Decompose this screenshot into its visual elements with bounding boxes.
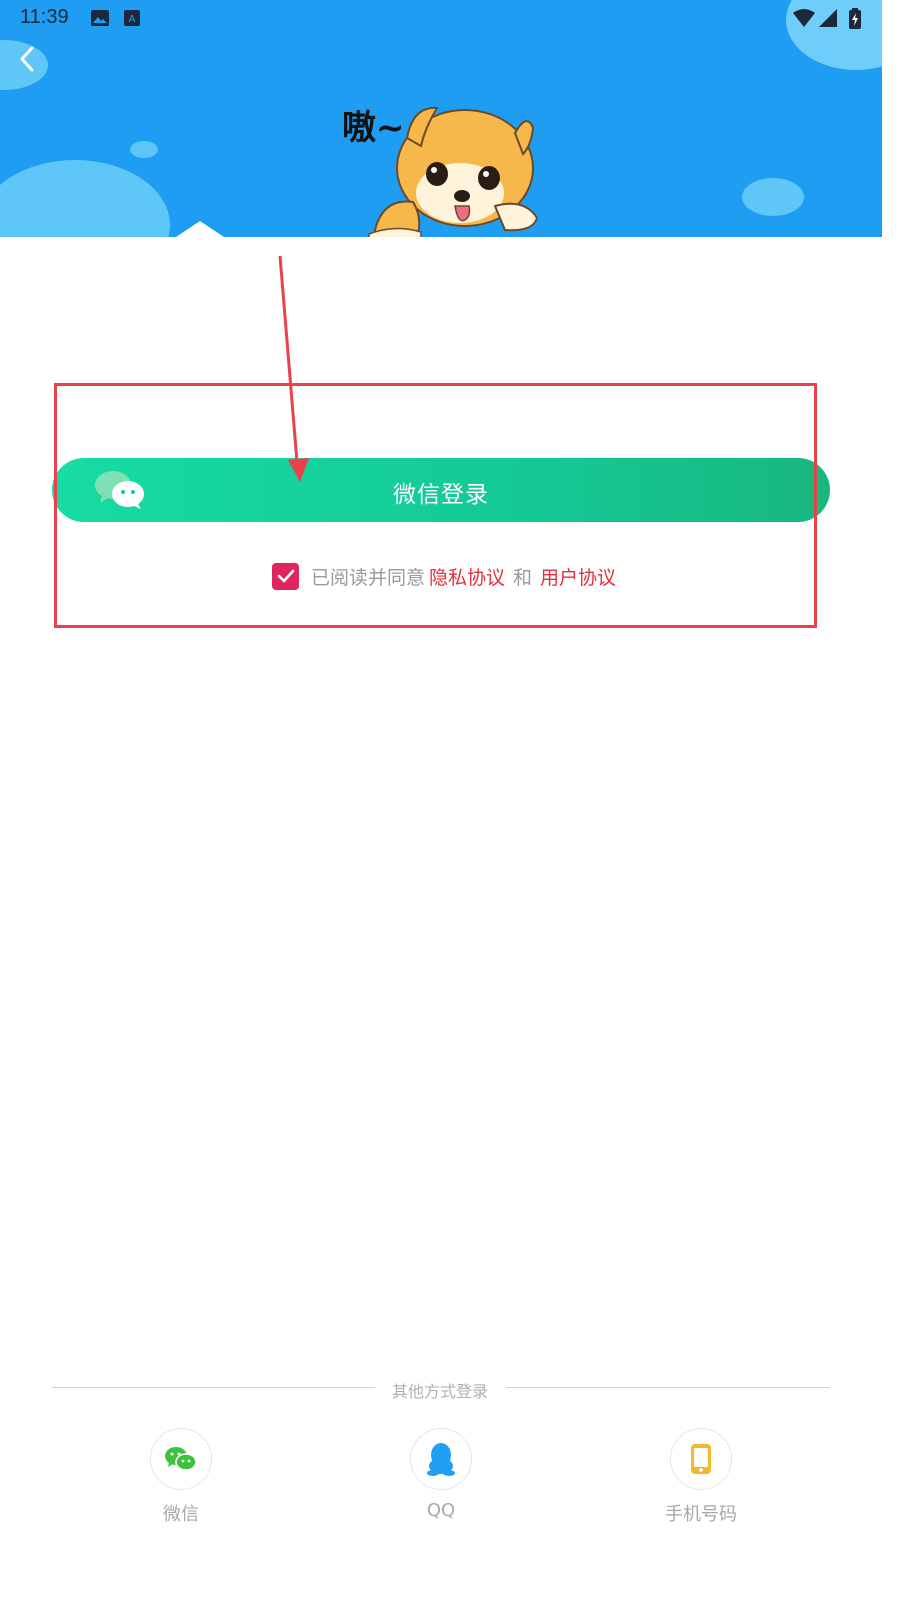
wechat-icon [165, 1447, 197, 1471]
decor-bubble [0, 160, 170, 237]
signal-icon [818, 8, 838, 32]
back-button[interactable] [10, 40, 46, 80]
wifi-icon [792, 8, 816, 32]
banner-notch [176, 221, 224, 237]
method-icon-circle [410, 1428, 472, 1490]
other-methods-title: 其他方式登录 [391, 1382, 488, 1401]
method-wechat[interactable]: 微信 [121, 1428, 241, 1526]
login-page: 11:39 A 嗷~ 微信登录 已阅读并同意 隐私协议 和 用户协议 其他方式登… [0, 0, 900, 1600]
method-icon-circle [670, 1428, 732, 1490]
svg-text:A: A [129, 14, 136, 25]
method-label: 微信 [163, 1504, 199, 1525]
shiba-mascot-illustration [368, 106, 539, 237]
method-label: 手机号码 [665, 1504, 737, 1525]
chevron-left-icon [20, 46, 34, 72]
method-icon-circle [150, 1428, 212, 1490]
battery-icon [848, 8, 862, 34]
divider-right [506, 1387, 830, 1388]
annotation-highlight-box [54, 383, 817, 628]
status-bar: 11:39 A [0, 0, 882, 36]
qq-penguin-icon [427, 1443, 455, 1476]
method-label: QQ [426, 1500, 456, 1521]
method-phone[interactable]: 手机号码 [641, 1428, 761, 1526]
header-banner: 11:39 A 嗷~ [0, 0, 882, 237]
method-qq[interactable]: QQ [381, 1428, 501, 1521]
status-time: 11:39 [20, 6, 69, 28]
divider-left [52, 1387, 375, 1388]
phone-icon [691, 1444, 711, 1474]
decor-bubble [130, 141, 158, 158]
app-notification-icon: A [123, 8, 141, 32]
gallery-notification-icon [90, 8, 110, 32]
decor-bubble [742, 178, 804, 216]
